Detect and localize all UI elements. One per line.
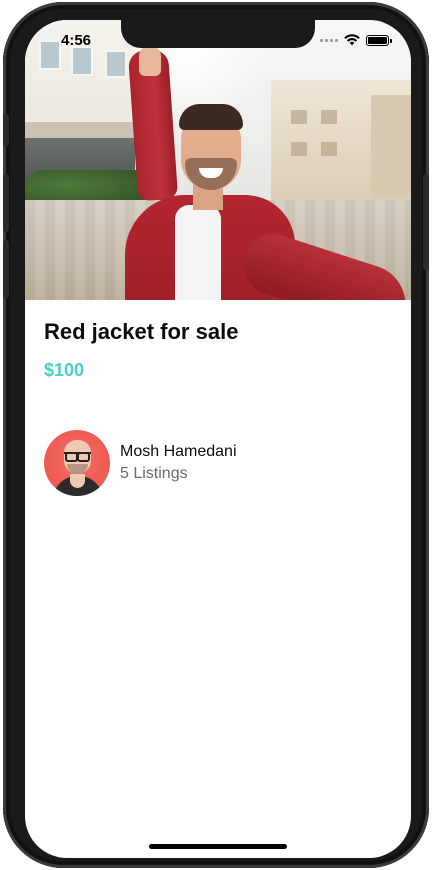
listing-title: Red jacket for sale [44,319,239,344]
seller-name: Mosh Hamedani [120,443,237,460]
volume-up-button [3,174,9,232]
home-indicator[interactable] [149,844,287,849]
listing-details: Red jacket for sale $100 [44,316,394,382]
notch [121,20,315,48]
seller-card[interactable]: Mosh Hamedani 5 Listings [44,430,237,496]
status-time: 4:56 [61,32,92,49]
battery-icon [366,34,392,46]
wifi-icon [344,34,360,46]
listing-price: $100 [44,360,85,380]
power-button [423,174,429,270]
screen: 4:56 Red jacket for sale $100 Mosh Hamed… [25,20,411,858]
cellular-signal-icon [320,38,338,42]
status-icons [320,34,392,46]
listing-image [25,20,411,300]
volume-down-button [3,240,9,298]
seller-listings-count: 5 Listings [120,465,188,482]
mute-switch [3,114,9,146]
seller-info: Mosh Hamedani 5 Listings [120,441,237,485]
avatar [44,430,110,496]
